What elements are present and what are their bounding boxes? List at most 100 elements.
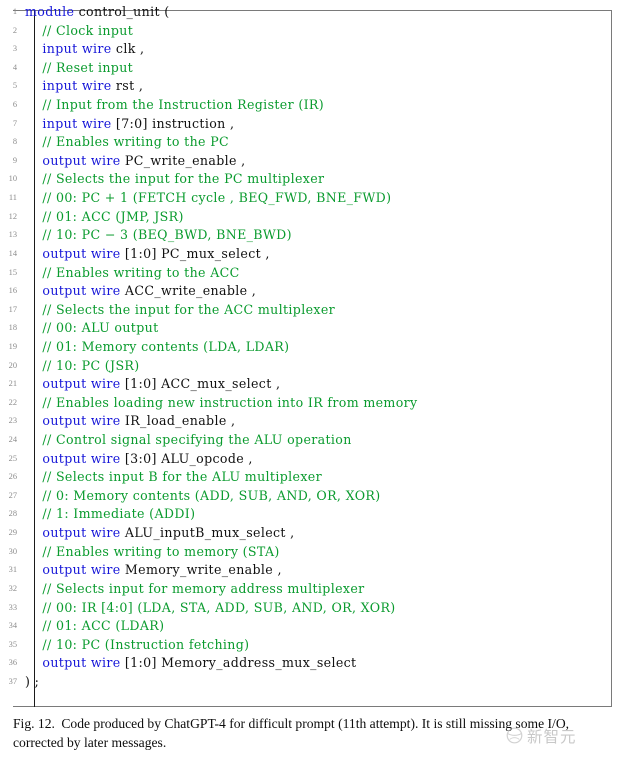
code-line-text: // 00: IR [4:0] (LDA, STA, ADD, SUB, AND… <box>25 599 396 618</box>
code-line: 10 // Selects the input for the PC multi… <box>0 170 599 189</box>
code-token-id: ALU_inputB_mux_select , <box>121 525 295 540</box>
code-line-text: // Clock input <box>25 22 133 41</box>
code-line-text: // Enables writing to memory (STA) <box>25 543 280 562</box>
code-line: 17 // Selects the input for the ACC mult… <box>0 301 599 320</box>
code-line-text: // 00: PC + 1 (FETCH cycle , BEQ_FWD, BN… <box>25 189 391 208</box>
code-line: 4 // Reset input <box>0 59 599 78</box>
code-line-number: 22 <box>0 394 17 413</box>
code-token-cmt: // Selects input for memory address mult… <box>25 581 365 596</box>
code-line: 13 // 10: PC − 3 (BEQ_BWD, BNE_BWD) <box>0 226 599 245</box>
code-line: 16 output wire ACC_write_enable , <box>0 282 599 301</box>
code-token-id: [1:0] PC_mux_select , <box>121 246 270 261</box>
code-line-text: // Enables writing to the PC <box>25 133 229 152</box>
code-token-id: Memory_write_enable , <box>121 562 282 577</box>
code-line-text: // 10: PC (JSR) <box>25 357 140 376</box>
code-token-cmt: // Enables writing to the PC <box>25 134 229 149</box>
code-line: 21 output wire [1:0] ACC_mux_select , <box>0 375 599 394</box>
code-line: 37) ; <box>0 673 599 692</box>
code-line-number: 8 <box>0 133 17 152</box>
code-token-cmt: // Selects input B for the ALU multiplex… <box>25 469 322 484</box>
code-line-number: 11 <box>0 189 17 208</box>
code-line-text: output wire [1:0] PC_mux_select , <box>25 245 270 264</box>
code-token-id: rst , <box>112 78 144 93</box>
code-line: 28 // 1: Immediate (ADDI) <box>0 505 599 524</box>
code-token-cmt: // 00: ALU output <box>25 320 159 335</box>
figure-caption-text: Code produced by ChatGPT-4 for difficult… <box>13 716 569 750</box>
code-line-number: 23 <box>0 412 17 431</box>
code-line-text: // Selects the input for the PC multiple… <box>25 170 324 189</box>
code-line-text: output wire [3:0] ALU_opcode , <box>25 450 253 469</box>
code-line-number: 1 <box>0 3 17 22</box>
code-token-kw: output wire <box>25 413 121 428</box>
figure-caption-label: Fig. 12. <box>13 716 55 731</box>
code-line-text: // 01: ACC (LDAR) <box>25 617 164 636</box>
code-token-cmt: // Enables loading new instruction into … <box>25 395 418 410</box>
code-line-text: output wire IR_load_enable , <box>25 412 235 431</box>
code-token-cmt: // 10: PC (Instruction fetching) <box>25 637 249 652</box>
code-line-number: 4 <box>0 59 17 78</box>
code-line-text: // Enables writing to the ACC <box>25 264 240 283</box>
code-line-text: output wire ACC_write_enable , <box>25 282 256 301</box>
code-token-kw: input wire <box>25 41 112 56</box>
code-line-number: 26 <box>0 468 17 487</box>
code-line-number: 19 <box>0 338 17 357</box>
code-line-text: // Reset input <box>25 59 133 78</box>
code-token-kw: output wire <box>25 525 121 540</box>
code-line: 22 // Enables loading new instruction in… <box>0 394 599 413</box>
code-line-text: input wire [7:0] instruction , <box>25 115 234 134</box>
code-token-cmt: // Selects the input for the PC multiple… <box>25 171 324 186</box>
code-token-id: [3:0] ALU_opcode , <box>121 451 253 466</box>
code-line-number: 36 <box>0 654 17 673</box>
code-token-id: IR_load_enable , <box>121 413 236 428</box>
figure-caption: Fig. 12. Code produced by ChatGPT-4 for … <box>13 715 603 752</box>
code-line: 2 // Clock input <box>0 22 599 41</box>
code-line: 14 output wire [1:0] PC_mux_select , <box>0 245 599 264</box>
code-token-cmt: // Enables writing to memory (STA) <box>25 544 280 559</box>
code-token-cmt: // 01: ACC (LDAR) <box>25 618 164 633</box>
code-token-kw: module <box>25 4 74 19</box>
code-line-number: 29 <box>0 524 17 543</box>
code-token-kw: output wire <box>25 153 121 168</box>
code-line: 23 output wire IR_load_enable , <box>0 412 599 431</box>
code-line: 9 output wire PC_write_enable , <box>0 152 599 171</box>
code-token-id: [1:0] ACC_mux_select , <box>121 376 281 391</box>
code-line-number: 12 <box>0 208 17 227</box>
code-line-number: 31 <box>0 561 17 580</box>
code-line-number: 3 <box>0 40 17 59</box>
code-line-number: 20 <box>0 357 17 376</box>
code-token-cmt: // 00: PC + 1 (FETCH cycle , BEQ_FWD, BN… <box>25 190 391 205</box>
code-line-number: 24 <box>0 431 17 450</box>
code-line-number: 18 <box>0 319 17 338</box>
code-line-number: 33 <box>0 599 17 618</box>
code-line-text: // Input from the Instruction Register (… <box>25 96 324 115</box>
code-line: 35 // 10: PC (Instruction fetching) <box>0 636 599 655</box>
code-token-id: PC_write_enable , <box>121 153 246 168</box>
code-line-text: ) ; <box>25 673 39 692</box>
code-token-cmt: // Control signal specifying the ALU ope… <box>25 432 352 447</box>
code-line: 11 // 00: PC + 1 (FETCH cycle , BEQ_FWD,… <box>0 189 599 208</box>
code-token-id: [7:0] instruction , <box>112 116 235 131</box>
code-line-text: module control_unit ( <box>25 3 170 22</box>
code-line-number: 7 <box>0 115 17 134</box>
code-line: 26 // Selects input B for the ALU multip… <box>0 468 599 487</box>
code-token-id: ) ; <box>25 674 39 689</box>
code-line-text: // 01: Memory contents (LDA, LDAR) <box>25 338 289 357</box>
code-line: 15 // Enables writing to the ACC <box>0 264 599 283</box>
code-line-number: 32 <box>0 580 17 599</box>
code-line: 3 input wire clk , <box>0 40 599 59</box>
code-line: 20 // 10: PC (JSR) <box>0 357 599 376</box>
code-token-id: clk , <box>112 41 145 56</box>
code-token-id: control_unit ( <box>74 4 169 19</box>
code-line-number: 21 <box>0 375 17 394</box>
code-line-text: // Enables loading new instruction into … <box>25 394 418 413</box>
code-line-number: 16 <box>0 282 17 301</box>
code-line-number: 10 <box>0 170 17 189</box>
code-token-cmt: // Clock input <box>25 23 133 38</box>
code-line-text: // 0: Memory contents (ADD, SUB, AND, OR… <box>25 487 380 506</box>
code-line-number: 25 <box>0 450 17 469</box>
code-line: 8 // Enables writing to the PC <box>0 133 599 152</box>
code-line-text: input wire clk , <box>25 40 144 59</box>
code-line: 7 input wire [7:0] instruction , <box>0 115 599 134</box>
code-line-text: // Control signal specifying the ALU ope… <box>25 431 352 450</box>
code-token-cmt: // 10: PC − 3 (BEQ_BWD, BNE_BWD) <box>25 227 292 242</box>
